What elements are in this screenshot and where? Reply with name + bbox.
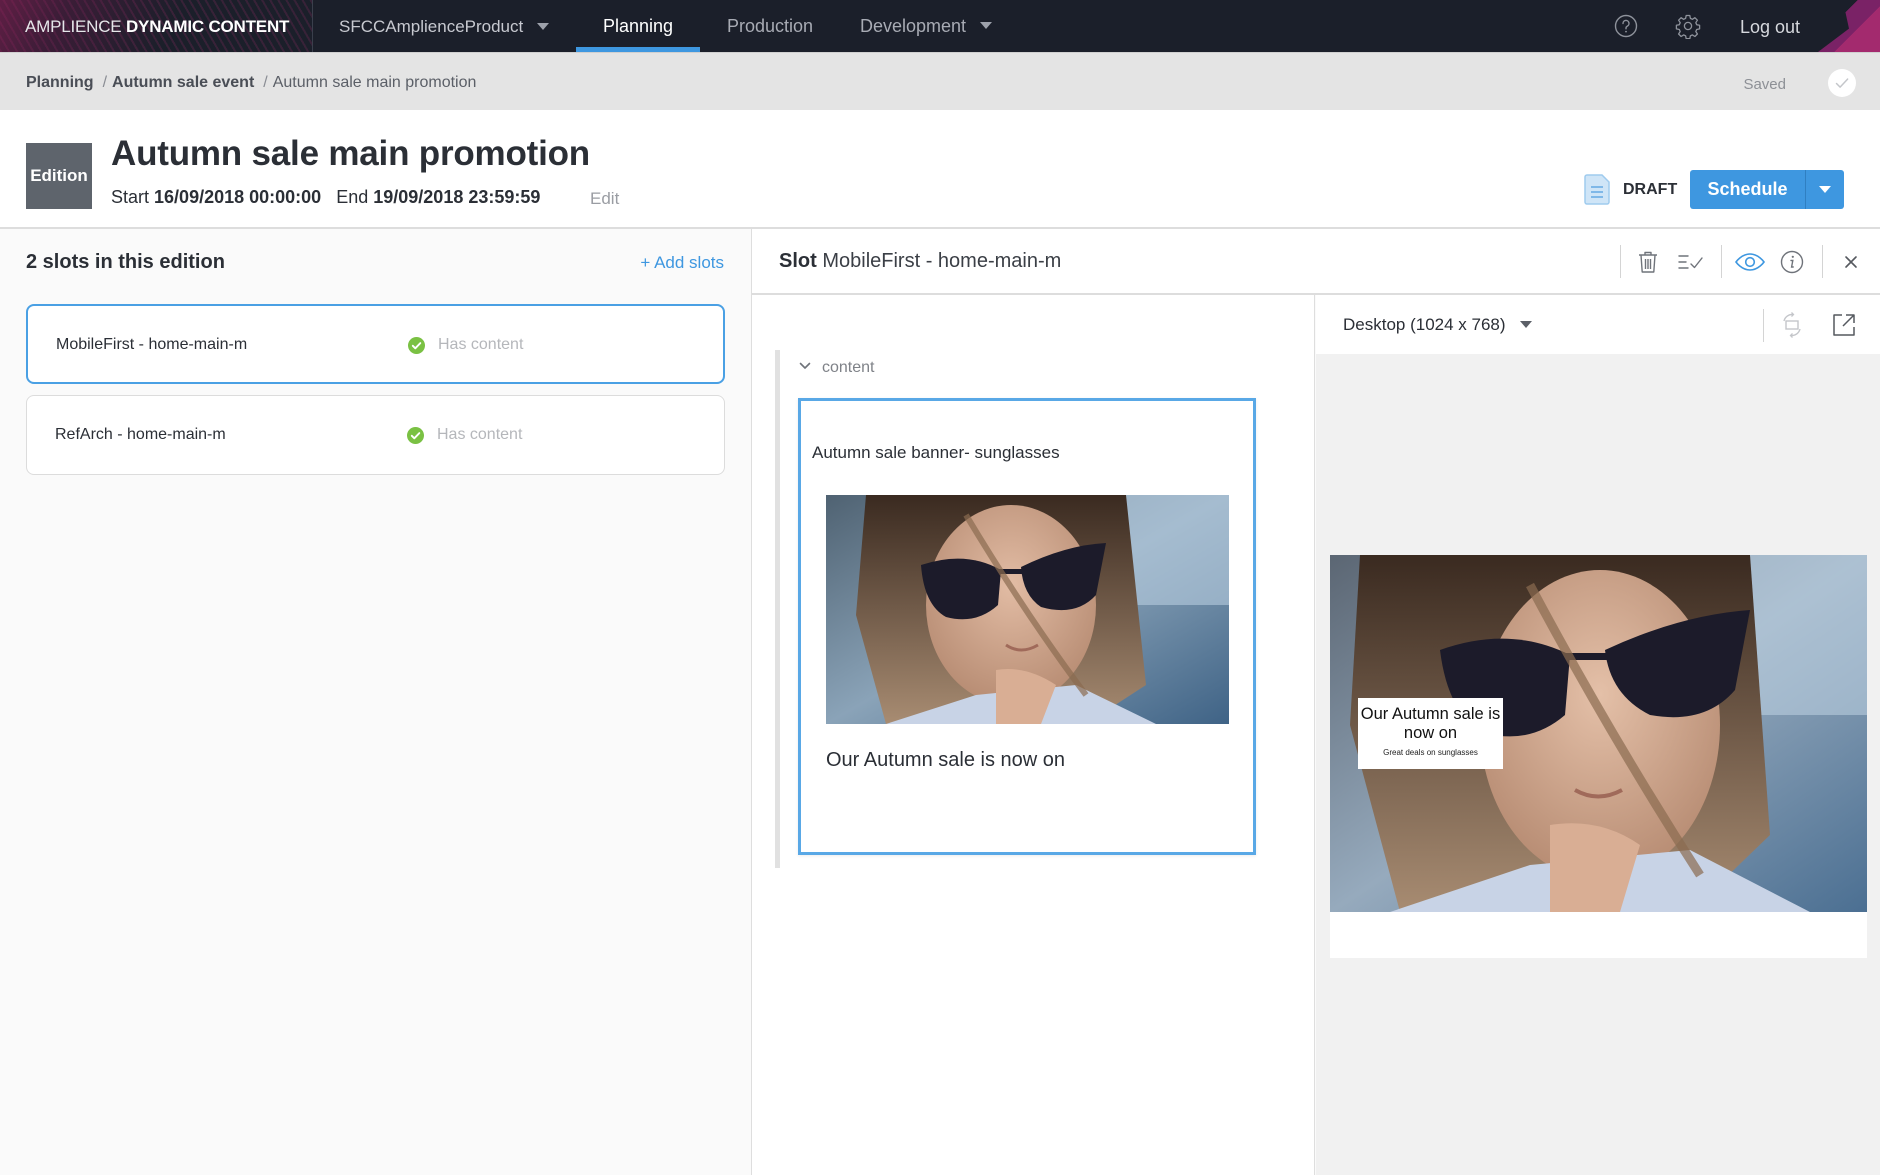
edition-header: Edition Autumn sale main promotion Start… (0, 110, 1880, 229)
banner-subtext: Great deals on sunglasses (1383, 748, 1478, 757)
hub-selector[interactable]: SFCCAmplienceProduct (339, 0, 550, 52)
start-value: 16/09/2018 00:00:00 (154, 187, 322, 207)
banner-text-box: Our Autumn sale is now on Great deals on… (1358, 698, 1503, 769)
brand-bold-text: DYNAMIC CONTENT (125, 17, 290, 36)
logout-link[interactable]: Log out (1740, 0, 1800, 52)
content-item-caption: Our Autumn sale is now on (826, 749, 1066, 771)
top-navigation: AMPLIENCE DYNAMIC CONTENT SFCCAmplienceP… (0, 0, 1880, 52)
corner-decoration (1818, 0, 1880, 52)
slot-card[interactable]: RefArch - home-main-m Has content (26, 395, 725, 475)
brand-light-text: AMPLIENCE (25, 17, 122, 36)
page-title: Autumn sale main promotion (111, 134, 590, 173)
slot-status: Has content (438, 336, 524, 353)
tab-development[interactable]: Development (860, 0, 1020, 52)
slot-name: RefArch - home-main-m (55, 426, 226, 443)
open-external-icon[interactable] (1830, 311, 1858, 339)
breadcrumb-separator: / (263, 74, 268, 91)
status-badge: DRAFT (1623, 181, 1678, 198)
check-circle-icon (407, 427, 424, 444)
breadcrumb-event[interactable]: Autumn sale event (112, 74, 254, 91)
breadcrumb-bar: Planning / Autumn sale event / Autumn sale m… (0, 52, 1880, 110)
toolbar-divider (1620, 245, 1621, 278)
preview-toolbar: Desktop (1024 x 768) (1316, 295, 1880, 354)
breadcrumb-separator: / (102, 74, 108, 91)
content-item-image (826, 495, 1229, 724)
toolbar-divider (1721, 245, 1722, 278)
slots-panel: 2 slots in this edition + Add slots Mobi… (0, 229, 752, 1175)
preview-banner-image: Our Autumn sale is now on Great deals on… (1330, 555, 1867, 912)
tab-production[interactable]: Production (714, 0, 826, 52)
slot-title-name: MobileFirst - home-main-m (822, 250, 1062, 272)
content-item-card[interactable]: Autumn sale banner- sunglasses Our Autum… (798, 398, 1256, 855)
slot-title-prefix: Slot (779, 250, 817, 272)
edit-dates-link[interactable]: Edit (590, 189, 619, 209)
breadcrumb: Planning / Autumn sale event / Autumn sale m… (26, 53, 476, 111)
chevron-down-icon (1819, 186, 1831, 193)
toolbar-divider (1763, 309, 1764, 342)
toolbar-divider (1822, 245, 1823, 278)
check-circle-icon (408, 337, 425, 354)
banner-headline: Our Autumn sale is now on (1360, 705, 1501, 742)
gear-icon[interactable] (1675, 13, 1701, 39)
slot-content-editor: content Autumn sale banner- sunglasses O… (752, 295, 1315, 1175)
info-icon[interactable] (1778, 248, 1806, 276)
slot-title: Slot MobileFirst - home-main-m (779, 229, 1061, 293)
slots-count: 2 slots in this edition (26, 251, 225, 273)
app-logo[interactable]: AMPLIENCE DYNAMIC CONTENT (25, 0, 289, 52)
content-section-label: content (822, 359, 875, 376)
close-icon[interactable] (1837, 248, 1865, 276)
content-section-rail (775, 350, 780, 868)
chevron-down-icon (537, 22, 550, 30)
add-slots-button[interactable]: + Add slots (640, 253, 724, 273)
breadcrumb-planning[interactable]: Planning (26, 74, 94, 91)
slot-editor-header: Slot MobileFirst - home-main-m (752, 229, 1880, 295)
content-item-title: Autumn sale banner- sunglasses (812, 443, 1060, 462)
tab-development-label: Development (860, 16, 967, 36)
save-status: Saved (1743, 76, 1786, 93)
start-label: Start (111, 187, 150, 207)
breadcrumb-current: Autumn sale main promotion (272, 74, 477, 91)
preview-frame: Our Autumn sale is now on Great deals on… (1330, 555, 1867, 958)
rotate-icon[interactable] (1778, 311, 1806, 339)
device-select-value: Desktop (1024 x 768) (1343, 315, 1506, 334)
chevron-down-icon (980, 22, 993, 30)
edition-dates: Start 16/09/2018 00:00:00 End 19/09/2018… (111, 187, 540, 208)
help-circle-icon[interactable] (1613, 13, 1639, 39)
preview-eye-icon[interactable] (1734, 248, 1766, 276)
end-value: 19/09/2018 23:59:59 (373, 187, 541, 207)
end-label: End (336, 187, 369, 207)
nav-divider (312, 0, 313, 52)
hub-name: SFCCAmplienceProduct (339, 17, 524, 36)
device-select[interactable]: Desktop (1024 x 768) (1343, 295, 1532, 355)
validate-icon[interactable] (1676, 248, 1704, 276)
chevron-down-icon (1519, 320, 1532, 328)
content-section-toggle[interactable]: content (798, 359, 874, 377)
preview-area: Our Autumn sale is now on Great deals on… (1316, 354, 1880, 1175)
saved-check-icon (1828, 69, 1856, 97)
tab-planning[interactable]: Planning (576, 0, 700, 52)
sunglasses-photo (826, 495, 1229, 724)
trash-icon[interactable] (1634, 248, 1662, 276)
slot-name: MobileFirst - home-main-m (56, 336, 248, 353)
edition-badge: Edition (26, 143, 92, 209)
schedule-options-button[interactable] (1806, 170, 1844, 209)
slot-status: Has content (437, 426, 523, 443)
slot-card[interactable]: MobileFirst - home-main-m Has content (26, 304, 725, 384)
schedule-button[interactable]: Schedule (1690, 170, 1806, 209)
chevron-down-icon (798, 359, 812, 373)
draft-document-icon (1584, 173, 1612, 205)
